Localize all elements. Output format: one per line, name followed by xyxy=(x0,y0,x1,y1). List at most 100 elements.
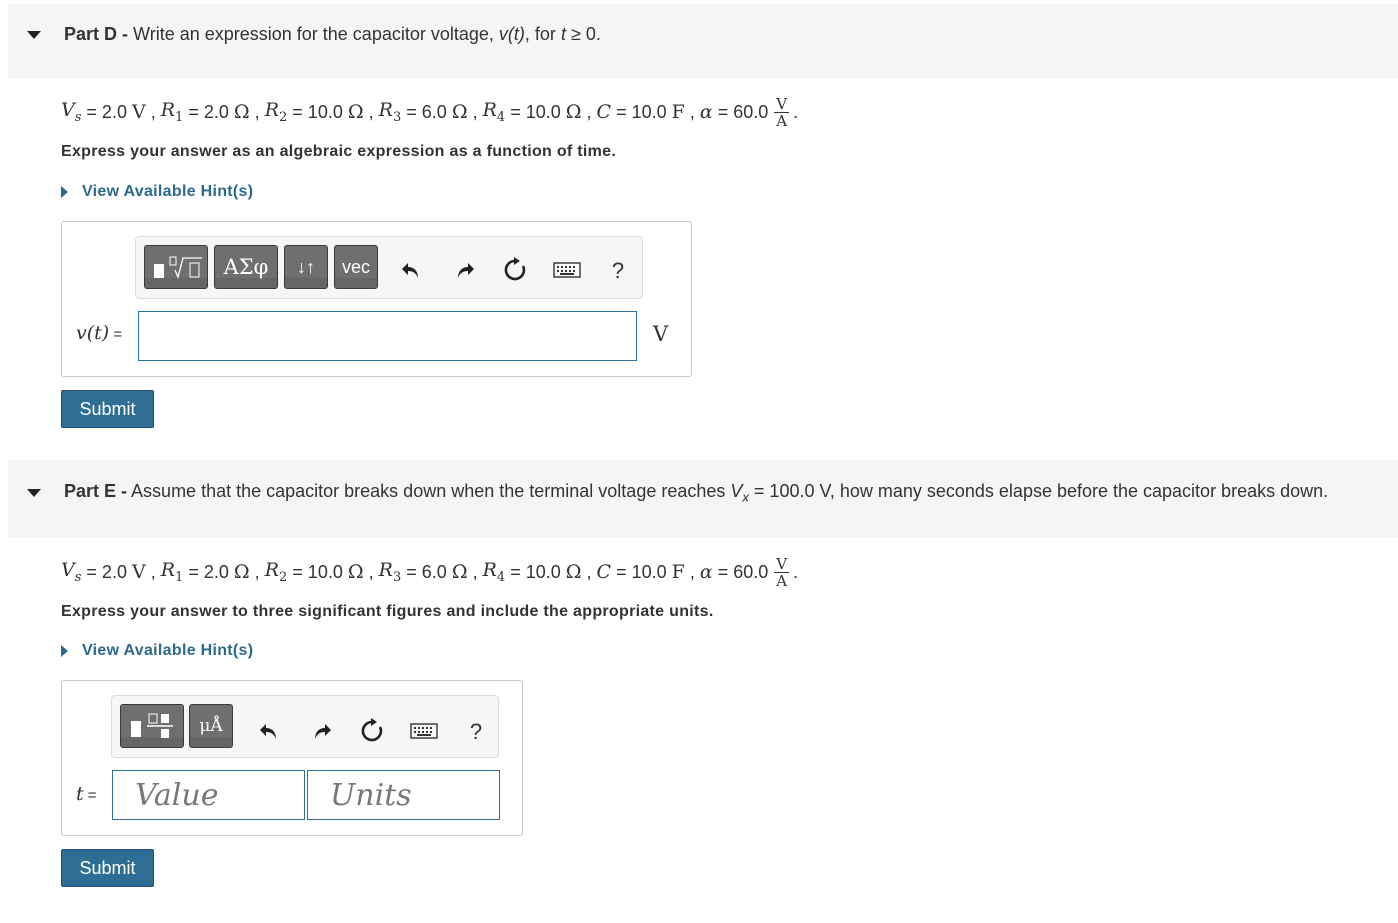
units-button[interactable]: μÅ xyxy=(189,704,233,748)
r2-unit: Ω xyxy=(347,101,364,123)
r1-symbol: R1 xyxy=(160,99,184,125)
r4-unit: Ω xyxy=(565,101,582,123)
part-e-title: Part E - Assume that the capacitor break… xyxy=(64,481,1328,505)
keyboard-icon[interactable] xyxy=(552,259,582,281)
help-button[interactable]: ? xyxy=(606,258,630,283)
units-input[interactable]: Units xyxy=(307,770,500,820)
redo-icon[interactable] xyxy=(452,257,478,283)
greek-symbols-button[interactable]: ΑΣφ xyxy=(214,245,278,289)
vs-value: = 2.0 xyxy=(86,101,127,122)
part-d-math-toolbar: ΑΣφ ↓↑ vec ? xyxy=(135,236,643,299)
frac-den: A xyxy=(776,111,788,130)
c-unit: F xyxy=(671,561,685,583)
vs-unit: V xyxy=(131,561,146,583)
answer-eq: = xyxy=(109,326,123,343)
help-button[interactable]: ? xyxy=(464,719,488,744)
part-d-label: Part D - xyxy=(64,24,129,44)
keyboard-icon[interactable] xyxy=(409,720,439,742)
part-d-tvar: t xyxy=(560,24,566,44)
r1-symbol: R1 xyxy=(160,559,184,585)
part-e-math-toolbar: μÅ ? xyxy=(111,695,499,758)
answer-var: t xyxy=(76,783,84,805)
part-e-header: Part E - Assume that the capacitor break… xyxy=(8,460,1398,538)
r3-unit: Ω xyxy=(451,561,468,583)
r4-value: = 10.0 xyxy=(510,101,561,122)
part-d-answer-box: ΑΣφ ↓↑ vec ? v(t) = V xyxy=(61,221,692,377)
arrows-button[interactable]: ↓↑ xyxy=(284,245,328,289)
part-d-hint-label: View Available Hint(s) xyxy=(82,183,254,200)
value-input[interactable]: Value xyxy=(112,770,305,820)
part-e-answer-label: t = xyxy=(76,783,97,805)
r4-value: = 10.0 xyxy=(510,561,561,582)
alpha-value: = 60.0 xyxy=(717,101,769,122)
r3-value: = 6.0 xyxy=(406,561,447,582)
templates-button[interactable] xyxy=(144,245,208,289)
r4-unit: Ω xyxy=(565,561,582,583)
vs-symbol: Vs xyxy=(61,559,82,585)
part-e-givens: Vs = 2.0 V , R1 = 2.0 Ω , R2 = 10.0 Ω , … xyxy=(61,554,799,590)
r2-value: = 10.0 xyxy=(292,101,343,122)
r4-symbol: R4 xyxy=(482,559,506,585)
help-label: ? xyxy=(469,719,483,744)
reset-icon[interactable] xyxy=(502,257,528,283)
r2-symbol: R2 xyxy=(264,99,288,125)
part-d-text: Write an expression for the capacitor vo… xyxy=(133,24,494,44)
part-e-hint-link[interactable]: View Available Hint(s) xyxy=(61,642,253,660)
r1-value: = 2.0 xyxy=(188,101,229,122)
part-d-answer-label: v(t) = xyxy=(76,322,122,344)
c-value: = 10.0 xyxy=(616,561,667,582)
part-d-givens: Vs = 2.0 V , R1 = 2.0 Ω , R2 = 10.0 Ω , … xyxy=(61,94,799,130)
expression-input[interactable] xyxy=(138,311,637,361)
vx-symbol: V xyxy=(730,481,743,501)
units-label: μÅ xyxy=(199,716,223,736)
part-d-submit-button[interactable]: Submit xyxy=(61,390,154,428)
reset-icon[interactable] xyxy=(359,718,385,744)
part-d-answer-unit: V xyxy=(653,322,669,346)
r3-symbol: R3 xyxy=(378,99,402,125)
r4-symbol: R4 xyxy=(482,99,506,125)
templates-icon xyxy=(154,256,202,279)
part-e-answer-box: μÅ ? t = Value Units xyxy=(61,680,523,836)
c-value: = 10.0 xyxy=(616,101,667,122)
r2-value: = 10.0 xyxy=(292,561,343,582)
undo-icon[interactable] xyxy=(398,257,424,283)
part-e-vx: Vx xyxy=(730,481,749,505)
frac-num: V xyxy=(774,94,790,113)
r1-unit: Ω xyxy=(233,101,250,123)
answer-var: v(t) xyxy=(76,322,110,344)
part-d-header: Part D - Write an expression for the cap… xyxy=(8,4,1398,78)
part-d-title: Part D - Write an expression for the cap… xyxy=(64,24,601,45)
alpha-unit-fraction: VA xyxy=(774,94,790,130)
alpha-symbol: α xyxy=(699,101,713,123)
r3-value: = 6.0 xyxy=(406,101,447,122)
vs-symbol: Vs xyxy=(61,99,82,125)
vs-unit: V xyxy=(131,101,146,123)
vs-value: = 2.0 xyxy=(86,561,127,582)
alpha-unit-fraction: VA xyxy=(774,554,790,590)
r3-unit: Ω xyxy=(451,101,468,123)
part-d-text-post: ≥ 0. xyxy=(570,24,601,44)
part-e-text: Assume that the capacitor breaks down wh… xyxy=(131,481,726,501)
collapse-caret-icon[interactable] xyxy=(27,31,41,39)
help-label: ? xyxy=(611,258,625,283)
part-e-hint-label: View Available Hint(s) xyxy=(82,642,254,659)
expand-triangle-icon xyxy=(61,186,68,198)
vx-sub: x xyxy=(742,489,749,505)
undo-icon[interactable] xyxy=(256,718,282,744)
frac-den: A xyxy=(776,571,788,590)
vec-label: vec xyxy=(341,256,370,277)
part-e-submit-button[interactable]: Submit xyxy=(61,849,154,887)
c-symbol: C xyxy=(596,561,612,583)
r2-unit: Ω xyxy=(347,561,364,583)
collapse-caret-icon[interactable] xyxy=(27,489,41,497)
templates-button[interactable] xyxy=(120,704,184,748)
redo-icon[interactable] xyxy=(309,718,335,744)
answer-eq: = xyxy=(83,787,97,804)
part-d-hint-link[interactable]: View Available Hint(s) xyxy=(61,183,253,201)
expand-triangle-icon xyxy=(61,645,68,657)
vector-button[interactable]: vec xyxy=(334,245,378,289)
arrows-label: ↓↑ xyxy=(297,256,315,277)
part-d-text-mid: , for xyxy=(524,24,556,44)
frac-num: V xyxy=(774,554,790,573)
part-e-text-post: = 100.0 V, how many seconds elapse befor… xyxy=(753,481,1329,501)
